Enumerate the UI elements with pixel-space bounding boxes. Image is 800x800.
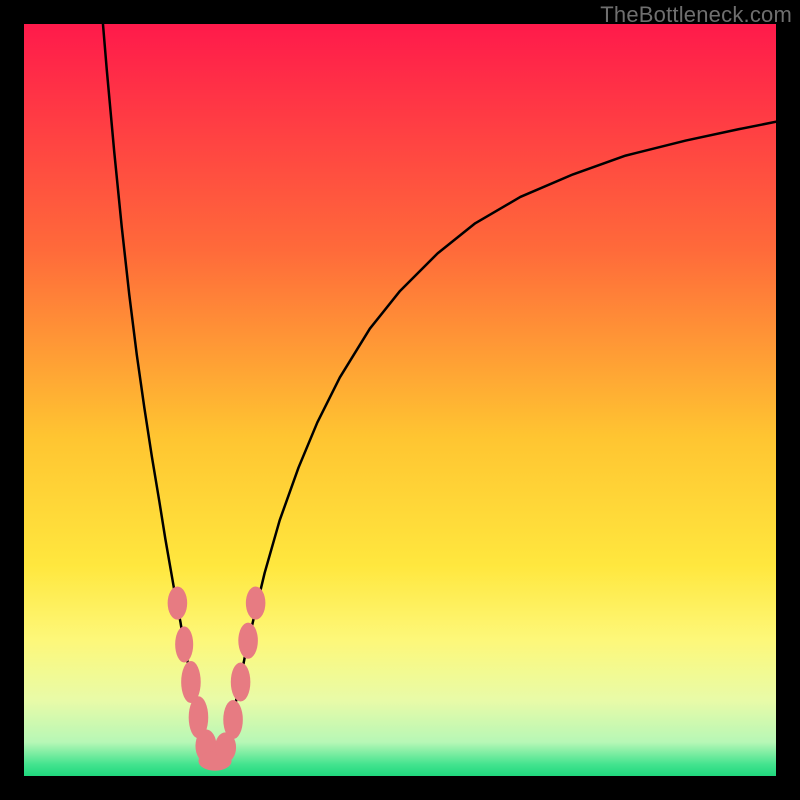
marker-bead [238, 623, 258, 659]
marker-bead [223, 700, 243, 739]
gradient-background [24, 24, 776, 776]
plot-area [24, 24, 776, 776]
marker-bead [231, 662, 251, 701]
marker-bead [168, 587, 188, 620]
marker-bead [175, 626, 193, 662]
chart-svg [24, 24, 776, 776]
marker-bead [246, 587, 266, 620]
chart-frame: TheBottleneck.com [0, 0, 800, 800]
